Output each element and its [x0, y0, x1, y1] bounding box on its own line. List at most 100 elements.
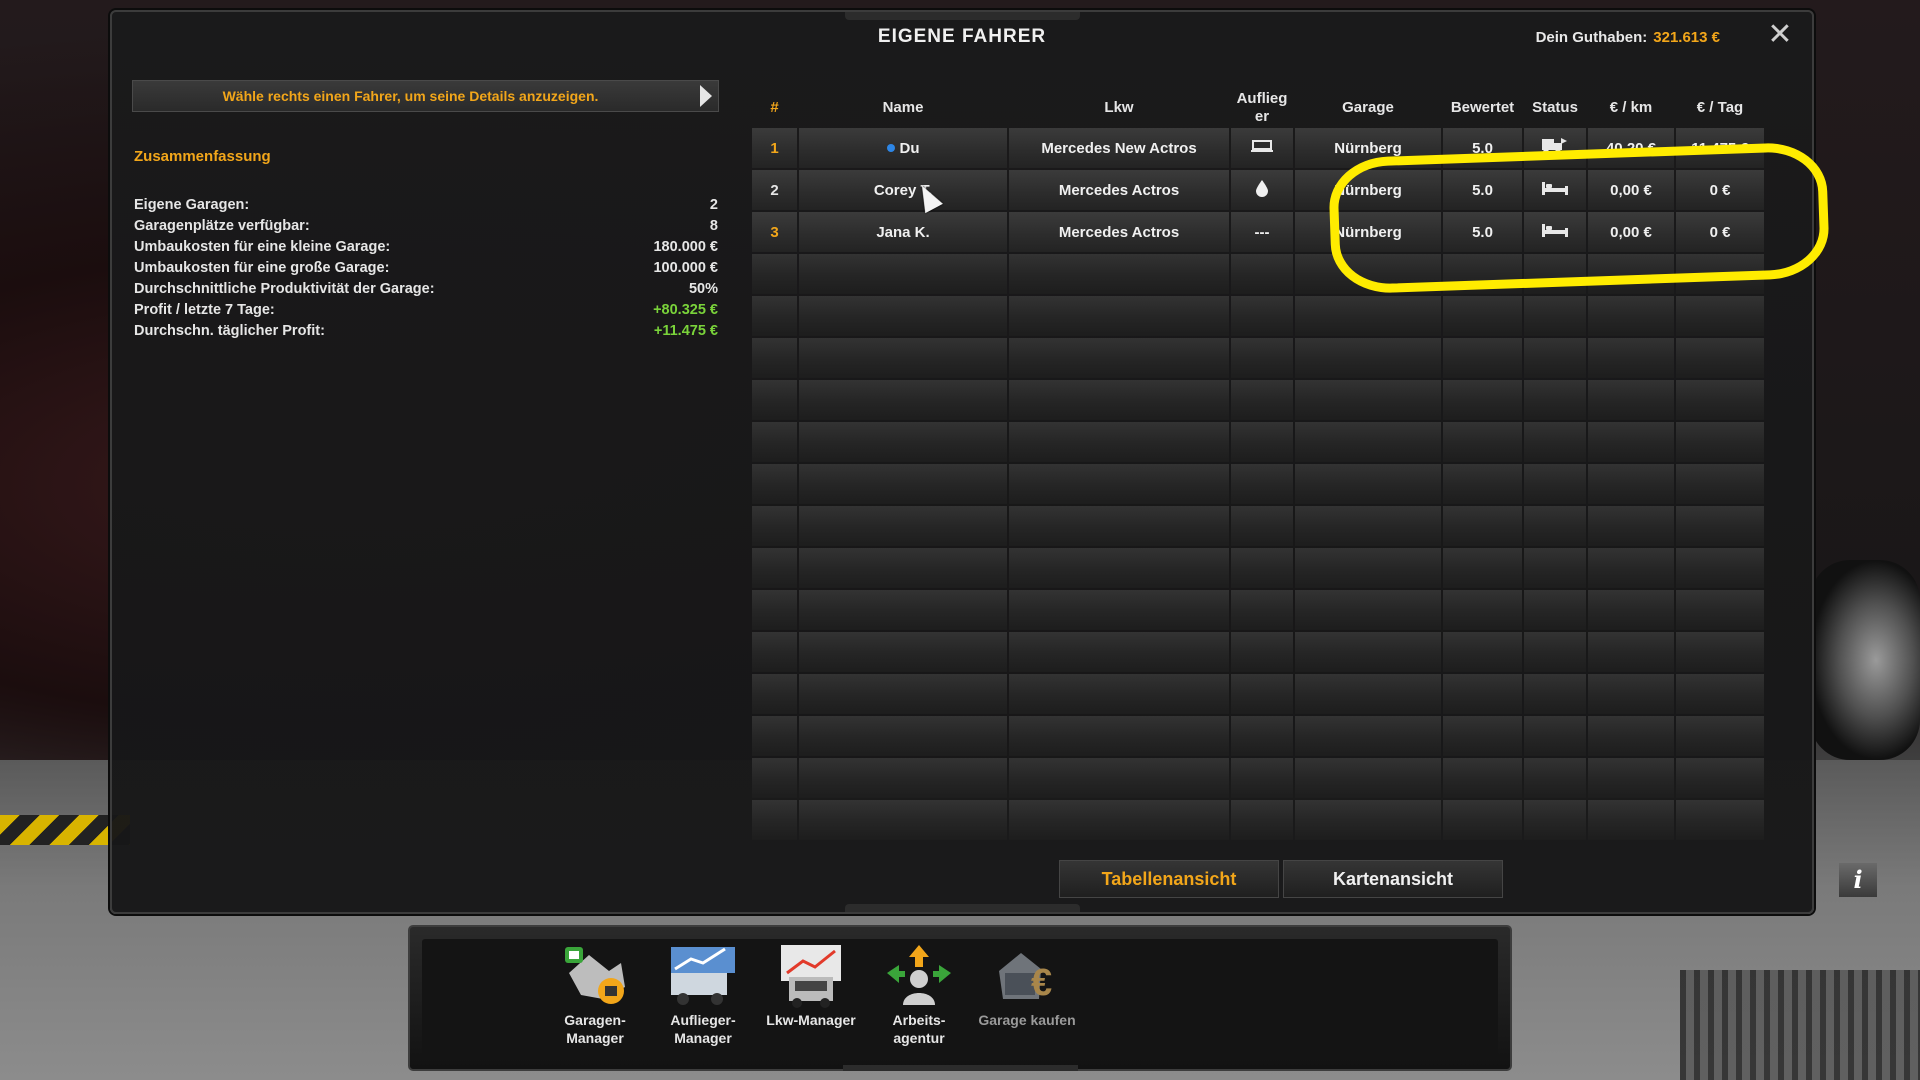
empty-cell	[799, 296, 1007, 336]
column-header-truck[interactable]: Lkw	[1009, 99, 1229, 117]
garage-manager-icon	[559, 943, 631, 1009]
column-header-num[interactable]: #	[752, 99, 797, 117]
svg-text:€: €	[1031, 962, 1052, 1004]
dock-label: Garage kaufen	[972, 1011, 1082, 1029]
empty-cell	[1009, 464, 1229, 504]
empty-cell	[1524, 464, 1586, 504]
summary-label: Durchschnittliche Produktivität der Gara…	[134, 281, 435, 297]
cell-name: Corey T.	[799, 170, 1007, 210]
table-row[interactable]: 3 Jana K. Mercedes Actros --- Nürnberg 5.0 0,0…	[752, 212, 1772, 252]
map-view-button[interactable]: Kartenansicht	[1283, 860, 1503, 898]
empty-cell	[752, 632, 797, 672]
drivers-window: EIGENE FAHRER Dein Guthaben: 321.613 € ✕ …	[110, 10, 1877, 914]
empty-cell	[1295, 338, 1441, 378]
info-button[interactable]: i	[1839, 863, 1877, 897]
window-top-tab	[845, 12, 1080, 20]
driver-hint-text: Wähle rechts einen Fahrer, um seine Deta…	[222, 88, 599, 104]
buy-garage-icon: €	[991, 943, 1063, 1009]
cell-garage: Nürnberg	[1295, 212, 1441, 252]
driver-hint-bar[interactable]: Wähle rechts einen Fahrer, um seine Deta…	[132, 80, 719, 112]
empty-cell	[1231, 254, 1293, 294]
empty-cell	[799, 758, 1007, 798]
dock-truck-manager-button[interactable]: Lkw-Manager	[756, 943, 866, 1029]
empty-cell	[1009, 422, 1229, 462]
empty-cell	[1231, 632, 1293, 672]
summary-row: Durchschnittliche Produktivität der Gara…	[134, 281, 718, 302]
cell-rating: 5.0	[1443, 212, 1522, 252]
empty-cell	[1676, 590, 1764, 630]
empty-cell	[1009, 590, 1229, 630]
empty-cell	[752, 800, 797, 840]
table-row[interactable]: 2 Corey T. Mercedes Actros Nürnberg 5.0 0,00 …	[752, 170, 1772, 210]
empty-cell	[1443, 800, 1522, 840]
dock-label-line2: Manager	[566, 1030, 624, 1046]
column-header-garage[interactable]: Garage	[1295, 99, 1441, 117]
empty-cell	[1676, 632, 1764, 672]
empty-cell	[1588, 632, 1674, 672]
cell-truck: Mercedes New Actros	[1009, 128, 1229, 168]
cell-num: 2	[752, 170, 797, 210]
dock-label: Garagen- Manager	[540, 1011, 650, 1047]
empty-cell	[1588, 380, 1674, 420]
summary-label: Umbaukosten für eine kleine Garage:	[134, 239, 391, 255]
empty-cell	[1231, 464, 1293, 504]
dock-label-line1: Arbeits-	[892, 1012, 946, 1028]
table-header: # Name Lkw Auflieg er Garage Bewertet Status € …	[752, 88, 1772, 128]
dock-trailer-manager-button[interactable]: Auflieger- Manager	[648, 943, 758, 1047]
column-header-status[interactable]: Status	[1524, 99, 1586, 117]
manager-dock: Garagen- Manager Auflieger- Manager Lkw-Mana…	[408, 925, 1512, 1071]
column-header-name[interactable]: Name	[799, 99, 1007, 117]
dock-garage-manager-button[interactable]: Garagen- Manager	[540, 943, 650, 1047]
empty-cell	[1676, 380, 1764, 420]
empty-cell	[1676, 800, 1764, 840]
empty-cell	[1524, 296, 1586, 336]
bed-icon	[1541, 222, 1569, 242]
table-row-empty	[752, 380, 1772, 420]
close-icon[interactable]: ✕	[1766, 20, 1794, 50]
column-header-per-km[interactable]: € / km	[1588, 99, 1674, 117]
empty-cell	[1443, 464, 1522, 504]
empty-cell	[1231, 338, 1293, 378]
empty-cell	[1231, 590, 1293, 630]
trailer-icon	[1251, 138, 1273, 158]
empty-cell	[1588, 590, 1674, 630]
column-header-rating[interactable]: Bewertet	[1443, 99, 1522, 117]
summary-value: 2	[709, 197, 718, 213]
summary-label: Eigene Garagen:	[134, 197, 250, 213]
summary-label: Garagenplätze verfügbar:	[134, 218, 310, 234]
cell-per-day: 11.475 €	[1676, 128, 1764, 168]
trailer-manager-icon	[667, 943, 739, 1009]
empty-cell	[1524, 338, 1586, 378]
column-header-per-day[interactable]: € / Tag	[1676, 99, 1764, 117]
summary-row: Durchschn. täglicher Profit: +11.475 €	[134, 323, 718, 344]
employment-agency-icon	[883, 943, 955, 1009]
summary-label: Umbaukosten für eine große Garage:	[134, 260, 390, 276]
table-row-empty	[752, 506, 1772, 546]
empty-cell	[1295, 716, 1441, 756]
summary-row: Eigene Garagen: 2	[134, 197, 718, 218]
column-header-trailer[interactable]: Auflieg er	[1231, 90, 1293, 126]
empty-cell	[1443, 590, 1522, 630]
dock-bottom-tab	[843, 1065, 1078, 1071]
empty-cell	[799, 800, 1007, 840]
arrow-right-icon[interactable]	[700, 85, 712, 107]
summary-value: 180.000 €	[653, 239, 718, 255]
empty-cell	[1588, 674, 1674, 714]
empty-cell	[1009, 632, 1229, 672]
empty-cell	[1524, 674, 1586, 714]
empty-cell	[1009, 506, 1229, 546]
empty-cell	[1231, 296, 1293, 336]
cell-rating: 5.0	[1443, 128, 1522, 168]
table-view-button[interactable]: Tabellenansicht	[1059, 860, 1279, 898]
empty-cell	[752, 758, 797, 798]
table-row[interactable]: 1 Du Mercedes New Actros Nürnberg 5.0 40,20 €…	[752, 128, 1772, 168]
dock-label: Auflieger- Manager	[648, 1011, 758, 1047]
empty-cell	[1231, 716, 1293, 756]
empty-cell	[752, 674, 797, 714]
empty-cell	[1588, 758, 1674, 798]
empty-cell	[1295, 296, 1441, 336]
empty-cell	[752, 338, 797, 378]
empty-cell	[799, 716, 1007, 756]
dock-employment-agency-button[interactable]: Arbeits-agentur	[864, 943, 974, 1047]
empty-cell	[752, 716, 797, 756]
